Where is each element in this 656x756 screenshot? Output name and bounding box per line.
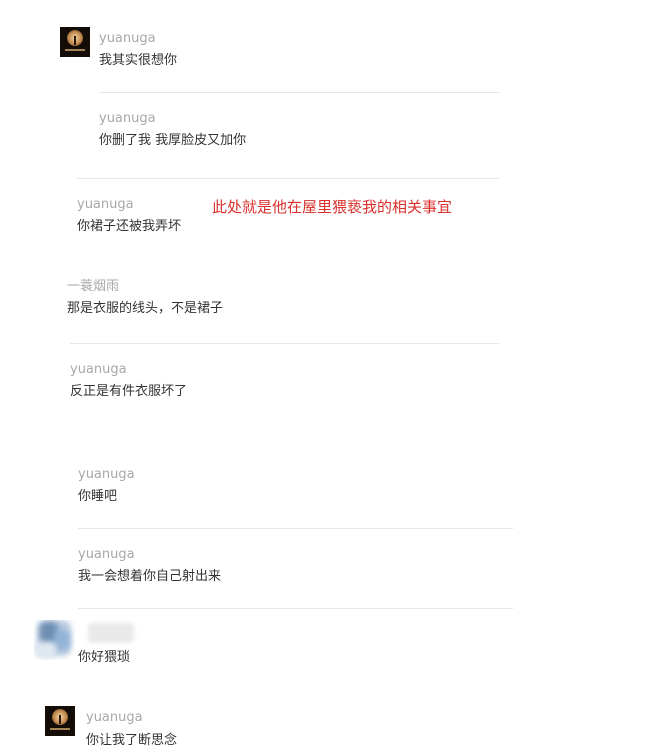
comment-text: 你好猥琐: [78, 650, 131, 665]
comment-username[interactable]: yuanuga: [78, 547, 135, 563]
candle-stem: [74, 36, 76, 45]
comment-divider: [70, 343, 499, 344]
comment-text: 那是衣服的线头，不是裙子: [67, 301, 224, 316]
avatar-caption: [65, 49, 85, 51]
comment-text: 我一会想着你自己射出来: [78, 569, 222, 584]
comment-username[interactable]: yuanuga: [77, 197, 134, 213]
comment-username[interactable]: yuanuga: [86, 710, 143, 726]
comment-text: 你裙子还被我弄坏: [77, 219, 182, 234]
user-avatar[interactable]: [45, 706, 75, 736]
avatar-blur-layer: [34, 642, 56, 658]
comment-username[interactable]: yuanuga: [70, 362, 127, 378]
comment-text: 你睡吧: [78, 489, 118, 504]
redacted-username: [88, 623, 134, 643]
comment-divider: [77, 178, 499, 179]
comment-text: 反正是有件衣服坏了: [70, 384, 188, 399]
comment-username[interactable]: yuanuga: [99, 111, 156, 127]
user-avatar[interactable]: [60, 27, 90, 57]
comment-divider: [99, 92, 499, 93]
candle-stem: [59, 715, 61, 724]
comment-username[interactable]: yuanuga: [99, 31, 156, 47]
red-annotation: 此处就是他在屋里猥亵我的相关事宜: [212, 198, 453, 216]
comment-text: 我其实很想你: [99, 53, 178, 68]
comment-divider: [78, 608, 513, 609]
comment-text: 你删了我 我厚脸皮又加你: [99, 133, 247, 148]
comment-username[interactable]: 一蓑烟雨: [67, 279, 119, 295]
comment-username[interactable]: yuanuga: [78, 467, 135, 483]
other-user-avatar[interactable]: [34, 620, 76, 660]
avatar-blur-layer: [54, 630, 70, 650]
avatar-caption: [50, 728, 70, 730]
comment-divider: [78, 528, 513, 529]
comment-text: 你让我了断思念: [86, 733, 178, 748]
